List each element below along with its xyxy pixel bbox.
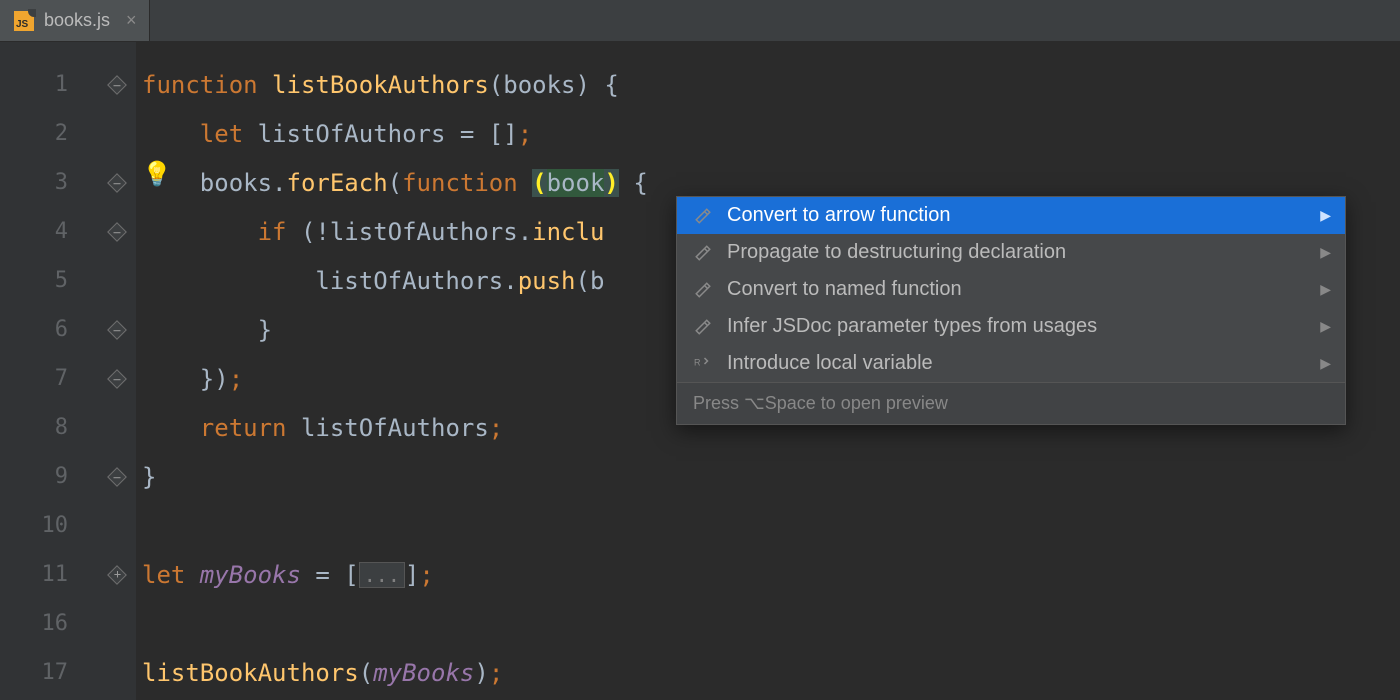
code-line: } <box>142 452 1400 501</box>
intention-item-propagate-destructuring[interactable]: Propagate to destructuring declaration ▶ <box>677 234 1345 271</box>
chevron-right-icon: ▶ <box>1320 318 1331 335</box>
line-number: 3 <box>0 158 98 207</box>
line-number: 17 <box>0 648 98 697</box>
chevron-right-icon: ▶ <box>1320 244 1331 261</box>
line-number: 16 <box>0 599 98 648</box>
chevron-right-icon: ▶ <box>1320 355 1331 372</box>
chevron-right-icon: ▶ <box>1320 207 1331 224</box>
pencil-icon <box>693 318 713 336</box>
fold-toggle-icon[interactable] <box>107 369 127 389</box>
line-number-gutter: 1 2 3 4 5 6 7 8 9 10 11 16 17 <box>0 42 98 700</box>
fold-toggle-icon[interactable] <box>107 75 127 95</box>
intention-label: Introduce local variable <box>727 352 933 375</box>
line-number: 9 <box>0 452 98 501</box>
line-number: 2 <box>0 109 98 158</box>
code-line: function listBookAuthors(books) { <box>142 60 1400 109</box>
code-line: let myBooks = [...]; <box>142 550 1400 599</box>
fold-gutter <box>98 42 136 700</box>
code-line <box>142 501 1400 550</box>
intention-label: Infer JSDoc parameter types from usages <box>727 315 1097 338</box>
intention-popup: Convert to arrow function ▶ Propagate to… <box>676 196 1346 425</box>
code-line <box>142 599 1400 648</box>
tab-filename: books.js <box>44 10 110 31</box>
intention-item-infer-jsdoc[interactable]: Infer JSDoc parameter types from usages … <box>677 308 1345 345</box>
chevron-right-icon: ▶ <box>1320 281 1331 298</box>
svg-text:R: R <box>694 357 701 367</box>
intention-item-convert-arrow[interactable]: Convert to arrow function ▶ <box>677 197 1345 234</box>
intention-item-introduce-variable[interactable]: R Introduce local variable ▶ <box>677 345 1345 382</box>
tab-bar: books.js × <box>0 0 1400 42</box>
pencil-icon <box>693 281 713 299</box>
line-number: 7 <box>0 354 98 403</box>
intention-label: Convert to named function <box>727 278 962 301</box>
intention-label: Convert to arrow function <box>727 204 950 227</box>
intention-item-convert-named[interactable]: Convert to named function ▶ <box>677 271 1345 308</box>
line-number: 11 <box>0 550 98 599</box>
refactor-icon: R <box>693 355 713 373</box>
pencil-icon <box>693 207 713 225</box>
fold-expand-icon[interactable] <box>107 565 127 585</box>
line-number: 6 <box>0 305 98 354</box>
line-number: 10 <box>0 501 98 550</box>
editor-tab[interactable]: books.js × <box>0 0 150 41</box>
code-line: listBookAuthors(myBooks); <box>142 648 1400 697</box>
line-number: 5 <box>0 256 98 305</box>
intention-footer: Press ⌥Space to open preview <box>677 382 1345 424</box>
pencil-icon <box>693 244 713 262</box>
fold-toggle-icon[interactable] <box>107 467 127 487</box>
js-file-icon <box>14 11 34 31</box>
close-tab-icon[interactable]: × <box>126 10 137 31</box>
line-number: 8 <box>0 403 98 452</box>
fold-toggle-icon[interactable] <box>107 222 127 242</box>
line-number: 1 <box>0 60 98 109</box>
intention-label: Propagate to destructuring declaration <box>727 241 1066 264</box>
code-line: let listOfAuthors = []; <box>142 109 1400 158</box>
intention-footer-hint: Press ⌥Space to open preview <box>693 393 948 414</box>
line-number: 4 <box>0 207 98 256</box>
fold-toggle-icon[interactable] <box>107 320 127 340</box>
fold-toggle-icon[interactable] <box>107 173 127 193</box>
